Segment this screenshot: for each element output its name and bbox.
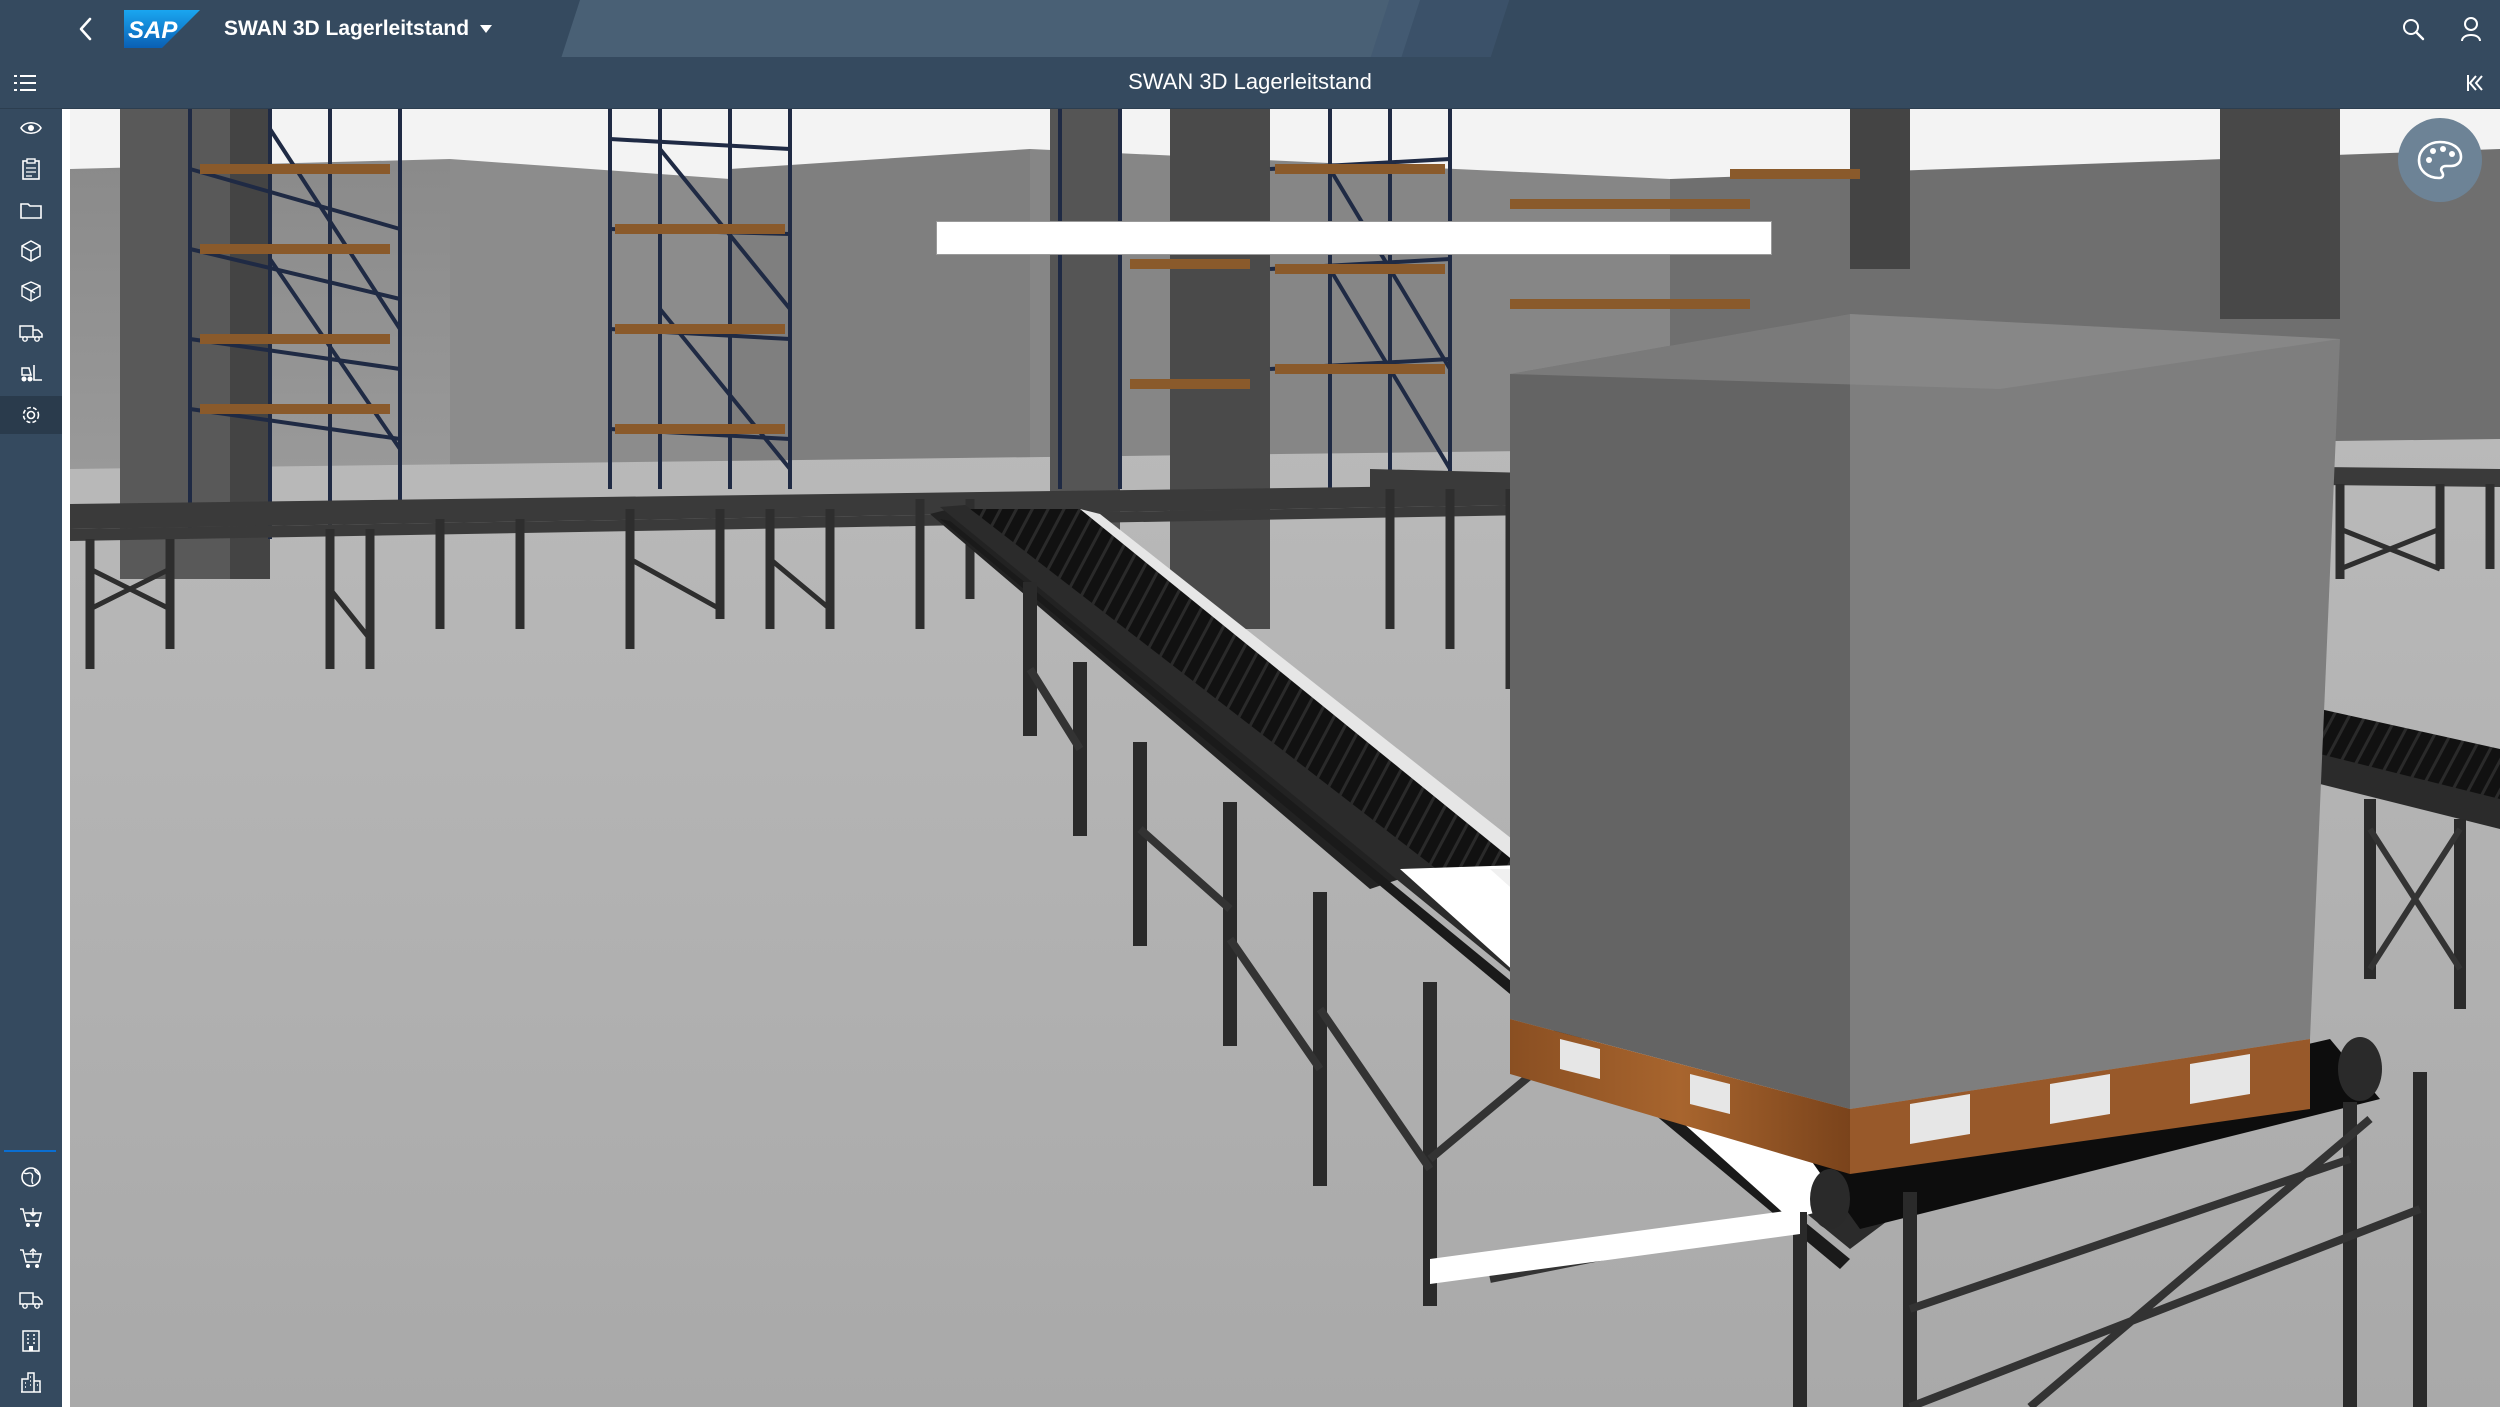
collapse-left-icon [2467,75,2483,91]
palette-button[interactable] [2398,118,2482,202]
sap-logo: SAP [124,10,200,48]
user-button[interactable] [2442,0,2500,57]
truck-icon [19,325,43,342]
shell-decoration [1370,0,1510,57]
forklift-icon [21,365,42,382]
eye-icon [20,121,42,135]
app-title-dropdown[interactable]: SWAN 3D Lagerleitstand [224,14,493,44]
rail-item-objects[interactable] [0,273,62,311]
cart-in-icon [20,1208,42,1227]
user-icon [2461,16,2481,41]
page-title: SWAN 3D Lagerleitstand [1128,69,1372,94]
collapse-button[interactable] [2460,69,2490,97]
rail-item-building[interactable] [0,1322,62,1360]
warehouse-scene[interactable] [70,109,2500,1407]
app-title: SWAN 3D Lagerleitstand [224,17,470,40]
rail-item-folder[interactable] [0,191,62,229]
rail-item-outbound[interactable] [0,1240,62,1278]
rail-item-object[interactable] [0,232,62,270]
search-icon [2403,18,2425,40]
rail-divider [4,1150,56,1152]
shell-bar: SAP SWAN 3D Lagerleitstand [0,0,2500,57]
object-search-input[interactable] [936,221,1772,255]
caret-down-icon [480,25,493,33]
warehouse-icon [21,1372,41,1393]
cube-icon [21,240,41,262]
cart-out-icon [20,1248,42,1268]
chevron-left-icon [79,17,92,41]
rail-item-warehouse[interactable] [0,1363,62,1401]
rail-item-inbound[interactable] [0,1199,62,1237]
palette-icon [2417,140,2463,180]
rail-item-view[interactable] [0,109,62,147]
side-navigation [0,109,62,1407]
3d-warehouse-viewport[interactable] [62,109,2500,1407]
rail-item-tasks[interactable] [0,150,62,188]
back-button[interactable] [66,12,106,46]
settings-icon [22,406,40,424]
svg-text:SAP: SAP [128,17,178,44]
truck-icon [19,1292,43,1309]
rail-item-transport[interactable] [0,314,62,352]
rail-item-global[interactable] [0,1158,62,1196]
shell-decoration [561,0,1420,57]
rail-item-forklift[interactable] [0,355,62,393]
clipboard-icon [22,158,40,180]
folder-icon [20,203,42,219]
cubes-icon [21,281,41,302]
rail-item-shipping[interactable] [0,1281,62,1319]
globe-icon [21,1167,41,1187]
building-icon [22,1330,40,1352]
page-header: SWAN 3D Lagerleitstand [0,57,2500,109]
search-button[interactable] [2384,0,2442,57]
rail-item-settings[interactable] [0,396,62,434]
